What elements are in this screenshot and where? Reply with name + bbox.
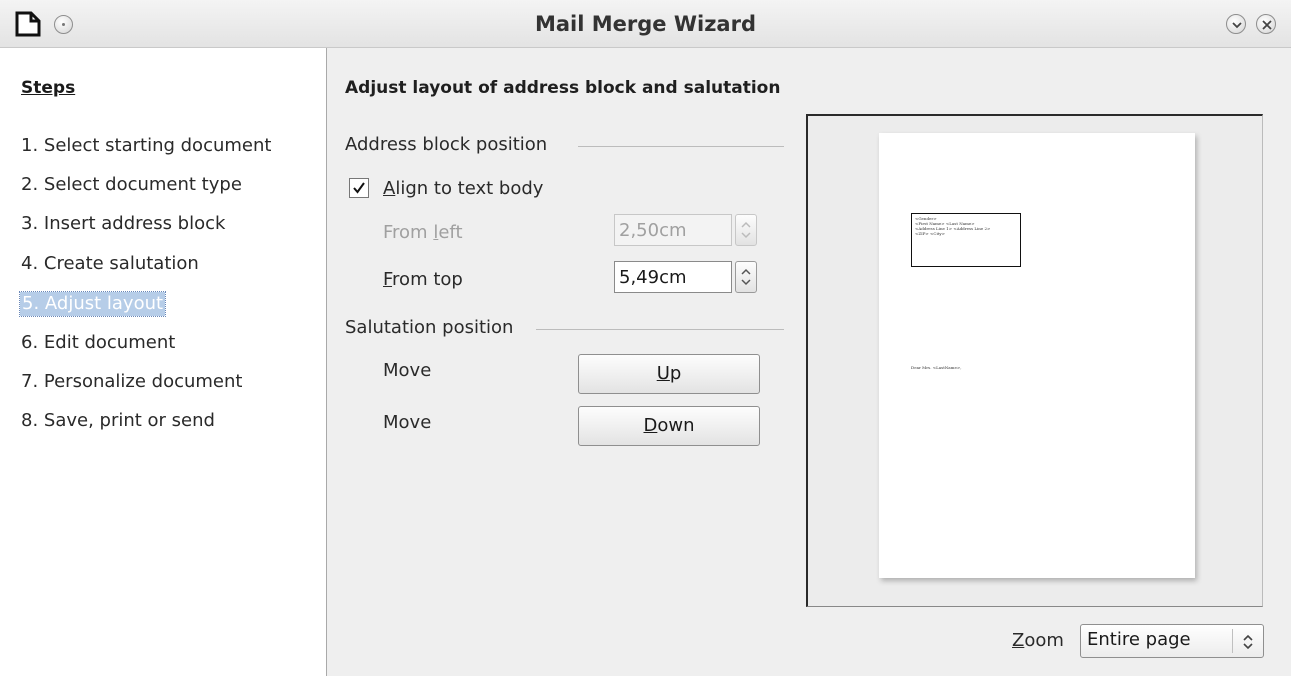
salutation-group-label: Salutation position	[345, 317, 514, 338]
page-title: Adjust layout of address block and salut…	[345, 78, 781, 98]
window-title: Mail Merge Wizard	[534, 12, 756, 36]
minimize-icon[interactable]	[1226, 14, 1246, 34]
from-left-label: From left	[383, 222, 463, 243]
from-left-input[interactable]	[614, 214, 732, 246]
step-edit-document[interactable]: 6. Edit document	[21, 329, 175, 357]
spin-arrows-icon	[741, 268, 751, 286]
move-down-button[interactable]: Down	[578, 406, 760, 446]
preview-address-block[interactable]: <Gender> <First Name> <Last Name> <Addre…	[911, 213, 1021, 267]
from-top-input[interactable]	[614, 261, 732, 293]
updown-arrow-icon	[1243, 634, 1253, 650]
move-up-label: Move	[383, 360, 432, 381]
preview-address-line: <ZIP> <City>	[915, 231, 945, 236]
preview-page: <Gender> <First Name> <Last Name> <Addre…	[879, 133, 1195, 578]
move-up-button[interactable]: Up	[578, 354, 760, 394]
close-icon[interactable]	[1256, 14, 1276, 34]
spin-arrows-icon	[741, 221, 751, 239]
step-personalize-document[interactable]: 7. Personalize document	[21, 368, 242, 396]
salutation-group-divider	[536, 329, 784, 330]
checkmark-icon	[353, 182, 365, 194]
layout-preview[interactable]: <Gender> <First Name> <Last Name> <Addre…	[806, 114, 1263, 607]
zoom-select-separator	[1232, 629, 1233, 653]
title-bar: Mail Merge Wizard	[0, 0, 1291, 48]
step-adjust-layout[interactable]: 5. Adjust layout	[18, 291, 167, 317]
preview-salutation: Dear Mrs. <LastName>,	[911, 365, 962, 370]
from-left-spinner[interactable]	[735, 214, 757, 246]
zoom-selected-value: Entire page	[1087, 629, 1191, 650]
address-block-group-label: Address block position	[345, 134, 548, 155]
step-create-salutation[interactable]: 4. Create salutation	[21, 250, 199, 278]
step-select-starting-document[interactable]: 1. Select starting document	[21, 132, 271, 160]
align-to-text-body-checkbox[interactable]	[349, 178, 369, 198]
step-insert-address-block[interactable]: 3. Insert address block	[21, 210, 225, 238]
from-top-label: From top	[383, 269, 463, 290]
zoom-select[interactable]: Entire page	[1080, 624, 1264, 658]
steps-panel: Steps 1. Select starting document 2. Sel…	[0, 48, 327, 676]
address-group-divider	[578, 146, 784, 147]
align-to-text-body-label[interactable]: Align to text body	[383, 178, 543, 199]
steps-header: Steps	[21, 78, 76, 98]
zoom-label: Zoom	[1012, 630, 1064, 651]
step-select-document-type[interactable]: 2. Select document type	[21, 171, 242, 199]
step-save-print-send[interactable]: 8. Save, print or send	[21, 407, 215, 435]
from-top-spinner[interactable]	[735, 261, 757, 293]
move-down-label: Move	[383, 412, 432, 433]
